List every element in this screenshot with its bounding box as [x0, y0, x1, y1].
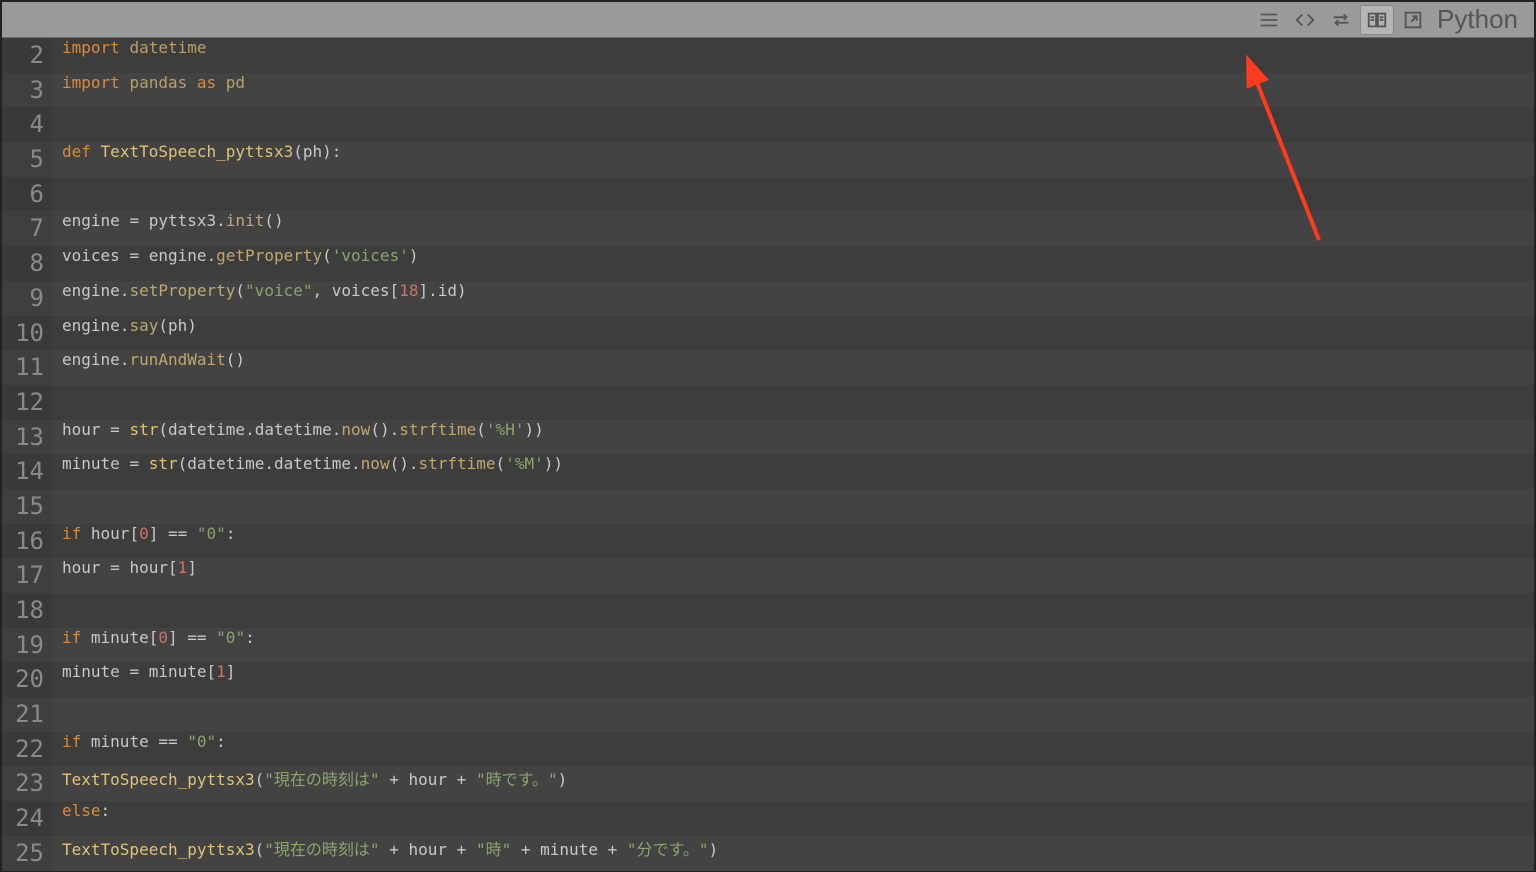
line-content[interactable]: minute = str(datetime.datetime.now().str… [52, 454, 1534, 489]
code-line[interactable]: 15 [2, 489, 1534, 524]
line-number: 22 [2, 732, 52, 767]
soft-wrap-icon[interactable] [1252, 5, 1286, 35]
line-content[interactable]: if hour[0] == "0": [52, 524, 1534, 559]
line-number: 5 [2, 142, 52, 177]
line-content[interactable]: TextToSpeech_pyttsx3("現在の時刻は" + hour + "… [52, 766, 1534, 801]
code-line[interactable]: 6 [2, 177, 1534, 212]
code-line[interactable]: 13hour = str(datetime.datetime.now().str… [2, 420, 1534, 455]
line-content[interactable]: else: [52, 801, 1534, 836]
line-number: 7 [2, 211, 52, 246]
line-content[interactable]: engine.runAndWait() [52, 350, 1534, 385]
line-number: 17 [2, 558, 52, 593]
code-line[interactable]: 14minute = str(datetime.datetime.now().s… [2, 454, 1534, 489]
line-content[interactable] [52, 593, 1534, 628]
code-view-icon[interactable] [1288, 5, 1322, 35]
line-content[interactable]: voices = engine.getProperty('voices') [52, 246, 1534, 281]
line-number: 4 [2, 107, 52, 142]
line-content[interactable] [52, 177, 1534, 212]
code-line[interactable]: 21 [2, 697, 1534, 732]
code-line[interactable]: 16if hour[0] == "0": [2, 524, 1534, 559]
line-content[interactable]: engine.setProperty("voice", voices[18].i… [52, 281, 1534, 316]
line-content[interactable]: import datetime [52, 38, 1534, 73]
code-line[interactable]: 17 hour = hour[1] [2, 558, 1534, 593]
line-number: 24 [2, 801, 52, 836]
code-line[interactable]: 24else: [2, 801, 1534, 836]
line-content[interactable]: import pandas as pd [52, 73, 1534, 108]
code-line[interactable]: 20 minute = minute[1] [2, 662, 1534, 697]
line-content[interactable] [52, 107, 1534, 142]
code-line[interactable]: 11 engine.runAndWait() [2, 350, 1534, 385]
line-content[interactable]: minute = minute[1] [52, 662, 1534, 697]
code-line[interactable]: 12 [2, 385, 1534, 420]
line-content[interactable] [52, 385, 1534, 420]
line-content[interactable] [52, 489, 1534, 524]
line-number: 10 [2, 316, 52, 351]
code-line[interactable]: 25 TextToSpeech_pyttsx3("現在の時刻は" + hour … [2, 836, 1534, 871]
code-line[interactable]: 23 TextToSpeech_pyttsx3("現在の時刻は" + hour … [2, 766, 1534, 801]
line-content[interactable]: engine.say(ph) [52, 316, 1534, 351]
line-number: 12 [2, 385, 52, 420]
language-label[interactable]: Python [1431, 4, 1528, 35]
line-number: 11 [2, 350, 52, 385]
line-number: 16 [2, 524, 52, 559]
line-content[interactable]: if minute == "0": [52, 732, 1534, 767]
swap-icon[interactable] [1324, 5, 1358, 35]
code-line[interactable]: 19if minute[0] == "0": [2, 628, 1534, 663]
line-content[interactable]: hour = hour[1] [52, 558, 1534, 593]
side-by-side-icon[interactable] [1360, 5, 1394, 35]
code-line[interactable]: 18 [2, 593, 1534, 628]
line-number: 23 [2, 766, 52, 801]
code-line[interactable]: 2import datetime [2, 38, 1534, 73]
popout-icon[interactable] [1396, 5, 1430, 35]
code-editor[interactable]: 2import datetime3import pandas as pd45de… [2, 38, 1534, 870]
line-number: 3 [2, 73, 52, 108]
code-line[interactable]: 8 voices = engine.getProperty('voices') [2, 246, 1534, 281]
line-number: 20 [2, 662, 52, 697]
line-number: 14 [2, 454, 52, 489]
line-content[interactable]: if minute[0] == "0": [52, 628, 1534, 663]
code-line[interactable]: 22if minute == "0": [2, 732, 1534, 767]
code-line[interactable]: 10 engine.say(ph) [2, 316, 1534, 351]
line-number: 2 [2, 38, 52, 73]
line-number: 9 [2, 281, 52, 316]
line-content[interactable]: hour = str(datetime.datetime.now().strft… [52, 420, 1534, 455]
line-content[interactable] [52, 697, 1534, 732]
code-line[interactable]: 9 engine.setProperty("voice", voices[18]… [2, 281, 1534, 316]
editor-toolbar: Python [2, 2, 1534, 38]
line-number: 8 [2, 246, 52, 281]
line-content[interactable]: def TextToSpeech_pyttsx3(ph): [52, 142, 1534, 177]
code-line[interactable]: 4 [2, 107, 1534, 142]
line-number: 25 [2, 836, 52, 871]
line-content[interactable]: TextToSpeech_pyttsx3("現在の時刻は" + hour + "… [52, 836, 1534, 871]
line-number: 15 [2, 489, 52, 524]
code-line[interactable]: 7 engine = pyttsx3.init() [2, 211, 1534, 246]
line-number: 18 [2, 593, 52, 628]
code-line[interactable]: 3import pandas as pd [2, 73, 1534, 108]
line-content[interactable]: engine = pyttsx3.init() [52, 211, 1534, 246]
line-number: 13 [2, 420, 52, 455]
line-number: 6 [2, 177, 52, 212]
code-line[interactable]: 5def TextToSpeech_pyttsx3(ph): [2, 142, 1534, 177]
line-number: 19 [2, 628, 52, 663]
line-number: 21 [2, 697, 52, 732]
